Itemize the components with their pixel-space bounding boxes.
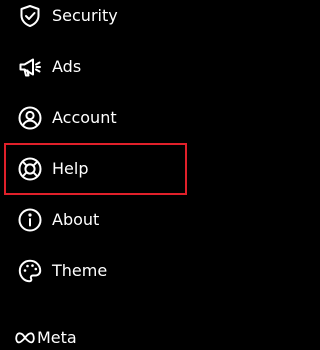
menu-item-label: Theme <box>52 261 108 280</box>
menu-item-security[interactable]: Security <box>0 0 293 38</box>
menu-item-label: Security <box>52 6 118 25</box>
menu-item-label: Account <box>52 108 117 127</box>
menu-item-ads[interactable]: Ads <box>0 45 293 89</box>
lifebuoy-icon <box>17 156 43 182</box>
account-circle-icon <box>17 105 43 131</box>
menu-item-label: About <box>52 210 100 229</box>
meta-logo: Meta <box>15 328 77 348</box>
menu-item-label: Ads <box>52 57 82 76</box>
menu-item-help[interactable]: Help <box>0 147 293 191</box>
shield-check-icon <box>17 3 43 29</box>
palette-icon <box>17 258 43 284</box>
menu-item-theme[interactable]: Theme <box>0 249 293 293</box>
menu-item-about[interactable]: About <box>0 198 293 242</box>
menu-item-account[interactable]: Account <box>0 96 293 140</box>
meta-wordmark: Meta <box>37 328 77 347</box>
info-icon <box>17 207 43 233</box>
menu-item-label: Help <box>52 159 89 178</box>
megaphone-icon <box>17 54 43 80</box>
meta-infinity-icon <box>15 332 35 344</box>
